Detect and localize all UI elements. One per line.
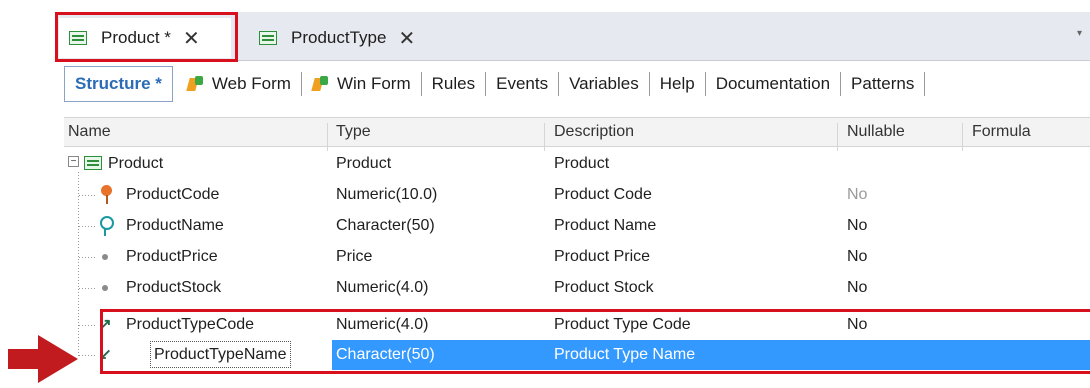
- column-header-nullable[interactable]: Nullable: [847, 123, 905, 141]
- tab-producttype-label: ProductType: [291, 28, 387, 47]
- tab-win-form[interactable]: Win Form: [302, 67, 421, 101]
- column-header-formula[interactable]: Formula: [972, 123, 1031, 141]
- attribute-type: Price: [336, 248, 373, 265]
- table-row[interactable]: ProductName Character(50) Product Name N…: [64, 211, 1090, 241]
- attribute-type: Numeric(10.0): [336, 186, 438, 203]
- attribute-type: Character(50): [336, 217, 435, 234]
- column-header-type[interactable]: Type: [336, 123, 371, 141]
- highlight-box: [100, 309, 1090, 374]
- primary-key-icon: [97, 185, 115, 205]
- attribute-nullable: No: [847, 186, 868, 203]
- attribute-description: Product Stock: [554, 279, 654, 296]
- tab-events[interactable]: Events: [486, 67, 558, 101]
- attribute-name: ProductCode: [126, 186, 220, 203]
- tab-structure[interactable]: Structure *: [64, 66, 173, 102]
- column-header-description[interactable]: Description: [554, 123, 634, 141]
- tab-help[interactable]: Help: [650, 67, 705, 101]
- column-header-name[interactable]: Name: [68, 123, 111, 141]
- attribute-nullable: No: [847, 248, 868, 265]
- attribute-description: Product Code: [554, 186, 652, 203]
- tab-win-form-label: Win Form: [336, 74, 411, 93]
- tab-overflow-icon[interactable]: ▾: [1077, 28, 1082, 39]
- table-row[interactable]: ProductCode Numeric(10.0) Product Code N…: [64, 180, 1090, 210]
- tree-connector: [79, 257, 95, 258]
- attribute-name: ProductName: [126, 217, 224, 234]
- transaction-icon: [84, 156, 102, 170]
- table-row[interactable]: ProductStock Numeric(4.0) Product Stock …: [64, 273, 1090, 303]
- tab-web-form-label: Web Form: [211, 74, 291, 93]
- attribute-name: ProductStock: [126, 279, 222, 296]
- attribute-name: ProductPrice: [126, 248, 218, 265]
- transaction-icon: [259, 31, 277, 45]
- tab-producttype[interactable]: ProductType ✕: [249, 18, 439, 58]
- attribute-dot-icon: [97, 247, 115, 267]
- tree-connector: [79, 195, 95, 196]
- separator: [924, 72, 926, 96]
- column-divider[interactable]: [544, 123, 545, 151]
- table-row[interactable]: ProductPrice Price Product Price No: [64, 242, 1090, 272]
- tab-documentation[interactable]: Documentation: [706, 67, 840, 101]
- attribute-type: Numeric(4.0): [336, 279, 429, 296]
- close-icon[interactable]: ✕: [398, 26, 415, 51]
- web-form-icon: [187, 75, 205, 93]
- structure-grid-header: Name Type Description Nullable Formula: [64, 117, 1090, 151]
- tab-variables[interactable]: Variables: [559, 67, 649, 101]
- attribute-description: Product Price: [554, 248, 651, 265]
- tab-rules[interactable]: Rules: [422, 67, 485, 101]
- active-tab-highlight: [55, 12, 238, 62]
- attribute-dot-icon: [97, 278, 115, 298]
- tree-connector: [79, 226, 95, 227]
- column-divider[interactable]: [962, 123, 963, 151]
- tab-patterns[interactable]: Patterns: [841, 67, 924, 101]
- attribute-description: Product: [554, 155, 610, 172]
- attribute-description: Product Name: [554, 217, 657, 234]
- tree-connector: [79, 288, 95, 289]
- tree-connector: [79, 355, 95, 356]
- column-divider[interactable]: [327, 123, 328, 151]
- editor-parts-bar: Structure * Web Form Win Form Rules Even…: [64, 66, 926, 102]
- attribute-nullable: No: [847, 279, 868, 296]
- column-divider[interactable]: [837, 123, 838, 151]
- tree-connector: [79, 325, 95, 326]
- attribute-nullable: No: [847, 217, 868, 234]
- collapse-icon[interactable]: −: [68, 156, 79, 167]
- table-row[interactable]: − Product Product Product: [64, 149, 1090, 179]
- attribute-type: Product: [336, 155, 392, 172]
- description-key-icon: [97, 216, 115, 236]
- tab-web-form[interactable]: Web Form: [177, 67, 301, 101]
- win-form-icon: [312, 75, 330, 93]
- attribute-name: Product: [108, 155, 164, 172]
